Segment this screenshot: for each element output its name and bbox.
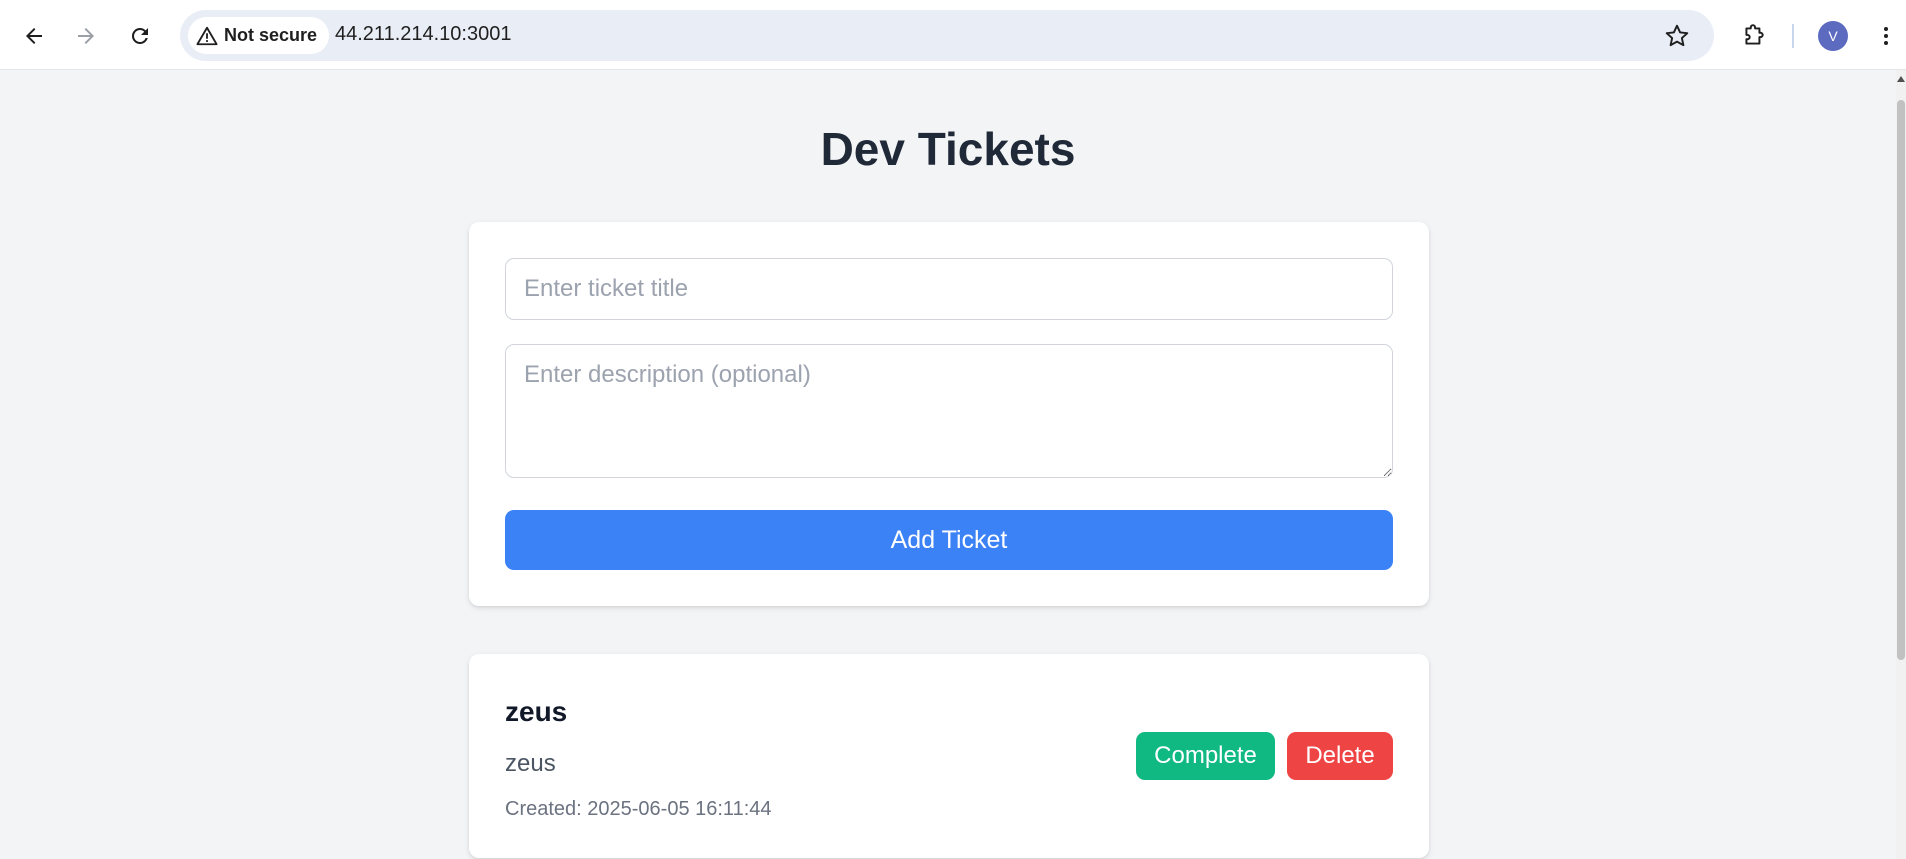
toolbar-divider: [1792, 24, 1794, 48]
warning-triangle-icon: [196, 26, 218, 45]
star-icon: [1665, 24, 1689, 47]
ticket-title-input[interactable]: [505, 258, 1393, 320]
bookmark-button[interactable]: [1662, 21, 1692, 51]
complete-button[interactable]: Complete: [1136, 732, 1275, 780]
ticket-description-input[interactable]: [505, 344, 1393, 478]
browser-toolbar: Not secure 44.211.214.10:3001 V: [0, 0, 1906, 70]
new-ticket-form: Add Ticket: [469, 222, 1429, 606]
ticket-created-date: Created: 2025-06-05 16:11:44: [505, 798, 772, 820]
scrollbar-thumb[interactable]: [1897, 100, 1905, 660]
browser-menu-button[interactable]: [1874, 16, 1898, 56]
profile-avatar[interactable]: V: [1818, 21, 1848, 51]
ticket-description: zeus: [505, 750, 556, 777]
extensions-button[interactable]: [1734, 16, 1774, 56]
address-bar[interactable]: Not secure 44.211.214.10:3001: [180, 10, 1714, 61]
page-scrollbar[interactable]: [1896, 70, 1906, 859]
puzzle-icon: [1745, 24, 1764, 45]
url-text[interactable]: 44.211.214.10:3001: [335, 23, 511, 46]
security-label: Not secure: [224, 25, 318, 45]
security-chip[interactable]: Not secure: [188, 17, 330, 54]
ticket-title: zeus: [505, 696, 568, 727]
arrow-left-icon: [26, 28, 42, 44]
forward-button[interactable]: [66, 16, 106, 56]
kebab-menu-icon: [1884, 27, 1888, 45]
back-button[interactable]: [14, 16, 54, 56]
page-title: Dev Tickets: [820, 123, 1076, 175]
ticket-card: zeus zeus Created: 2025-06-05 16:11:44 C…: [469, 654, 1429, 858]
delete-button[interactable]: Delete: [1287, 732, 1393, 780]
arrow-right-icon: [78, 28, 94, 44]
add-ticket-button[interactable]: Add Ticket: [505, 510, 1393, 570]
reload-icon: [131, 27, 148, 44]
reload-button[interactable]: [120, 16, 160, 56]
scroll-up-arrow-icon[interactable]: [1897, 76, 1905, 82]
